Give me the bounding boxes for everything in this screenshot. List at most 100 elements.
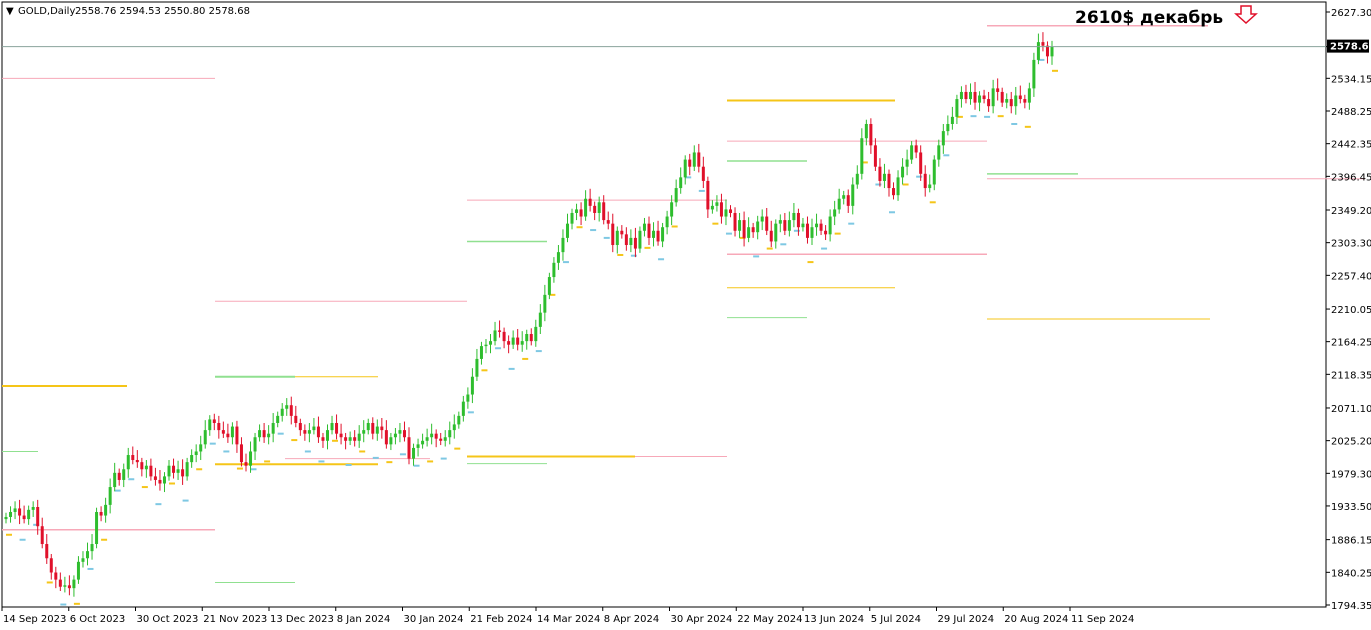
x-tick-label: 29 Jul 2024 <box>938 614 995 625</box>
candle-body <box>230 426 234 438</box>
candle-body <box>896 177 900 196</box>
candle-body <box>529 334 533 342</box>
candle-body <box>1009 99 1013 107</box>
candle-body <box>348 437 352 441</box>
candle-body <box>303 430 307 434</box>
chart-header: ▼ GOLD,Daily 2558.76 2594.53 2550.80 257… <box>6 6 250 17</box>
candle-body <box>941 131 945 146</box>
header-triangle-icon[interactable]: ▼ <box>6 6 14 17</box>
y-tick-label: 2534.15 <box>1331 74 1371 85</box>
candle-body <box>99 511 103 516</box>
candle-body <box>357 433 361 441</box>
candle-body <box>448 430 452 438</box>
candle-body <box>176 469 180 473</box>
candle-body <box>842 195 846 199</box>
candle-body <box>810 227 814 238</box>
candle-body <box>407 437 411 459</box>
plot-area <box>1 1 1327 608</box>
annotation-text: 2610$ декабрь <box>1075 8 1223 28</box>
candle-body <box>819 223 823 231</box>
candle-body <box>710 205 714 210</box>
x-tick-label: 13 Dec 2023 <box>270 614 334 625</box>
candle-body <box>212 419 216 423</box>
candle-body <box>901 166 905 178</box>
candle-body <box>13 508 17 512</box>
y-tick-label: 1933.50 <box>1331 502 1371 513</box>
x-tick-label: 21 Nov 2023 <box>203 614 267 625</box>
candle-body <box>86 551 90 559</box>
candle-body <box>756 221 760 233</box>
candle-body <box>353 437 357 441</box>
candle-body <box>185 462 189 477</box>
candle-body <box>937 145 941 160</box>
candle-body <box>153 476 157 480</box>
candle-body <box>22 515 26 520</box>
candle-body <box>498 330 502 332</box>
candle-body <box>54 572 58 580</box>
candle-body <box>724 209 728 217</box>
candle-body <box>58 579 62 587</box>
candle-body <box>520 341 524 345</box>
candle-body <box>371 422 375 434</box>
candle-body <box>701 166 705 181</box>
x-tick-label: 5 Jul 2024 <box>871 614 921 625</box>
price-chart[interactable]: 2627.30 2534.15 2488.25 2442.35 2396.45 2349.… <box>0 0 1371 630</box>
x-axis: 14 Sep 2023 6 Oct 2023 30 Oct 2023 21 Nov 2… <box>1 607 1134 625</box>
candle-body <box>49 558 53 573</box>
candle-body <box>126 455 130 470</box>
candle-body <box>584 198 588 217</box>
candle-body <box>285 405 289 409</box>
candle-body <box>1050 46 1054 57</box>
candle-body <box>366 422 370 431</box>
candle-body <box>339 433 343 438</box>
candle-body <box>416 444 420 448</box>
candle-body <box>688 159 692 167</box>
candle-body <box>493 330 497 342</box>
candle-body <box>95 511 99 545</box>
candle-body <box>570 212 574 224</box>
candle-body <box>298 422 302 431</box>
candle-body <box>860 138 864 174</box>
candle-body <box>588 198 592 206</box>
candle-body <box>629 237 633 246</box>
current-price-tag: 2578.68 <box>1327 39 1371 53</box>
candle-body <box>602 202 606 221</box>
candle-body <box>547 277 551 295</box>
candle-body <box>824 230 828 235</box>
candle-body <box>244 462 248 466</box>
candle-body <box>421 440 425 445</box>
candle-body <box>719 202 723 217</box>
candle-body <box>398 430 402 434</box>
candle-body <box>606 220 610 224</box>
candle-body <box>362 430 366 434</box>
candle-body <box>615 230 619 246</box>
candle-body <box>335 422 339 434</box>
candle-body <box>652 230 656 238</box>
candle-body <box>90 544 94 552</box>
candle-body <box>325 430 329 441</box>
candle-body <box>208 419 212 431</box>
candle-body <box>393 433 397 438</box>
candle-body <box>140 462 144 470</box>
candle-body <box>715 202 719 206</box>
candle-body <box>470 376 474 395</box>
candle-body <box>280 408 284 416</box>
candle-body <box>738 220 742 231</box>
candle-body <box>375 426 379 434</box>
candle-body <box>955 99 959 117</box>
candle-body <box>742 220 746 238</box>
candle-body <box>1005 99 1009 103</box>
y-tick-label: 2118.35 <box>1331 370 1371 381</box>
candle-body <box>466 394 470 402</box>
candle-body <box>987 99 991 107</box>
candle-body <box>457 415 461 425</box>
candle-body <box>996 88 1000 92</box>
candle-body <box>402 430 406 438</box>
x-tick-label: 30 Jan 2024 <box>404 614 464 625</box>
candle-body <box>525 334 529 342</box>
x-tick-label: 30 Oct 2023 <box>137 614 199 625</box>
x-tick-label: 6 Oct 2023 <box>70 614 125 625</box>
candle-body <box>253 437 257 452</box>
candle-body <box>692 152 696 167</box>
candle-body <box>217 422 221 431</box>
